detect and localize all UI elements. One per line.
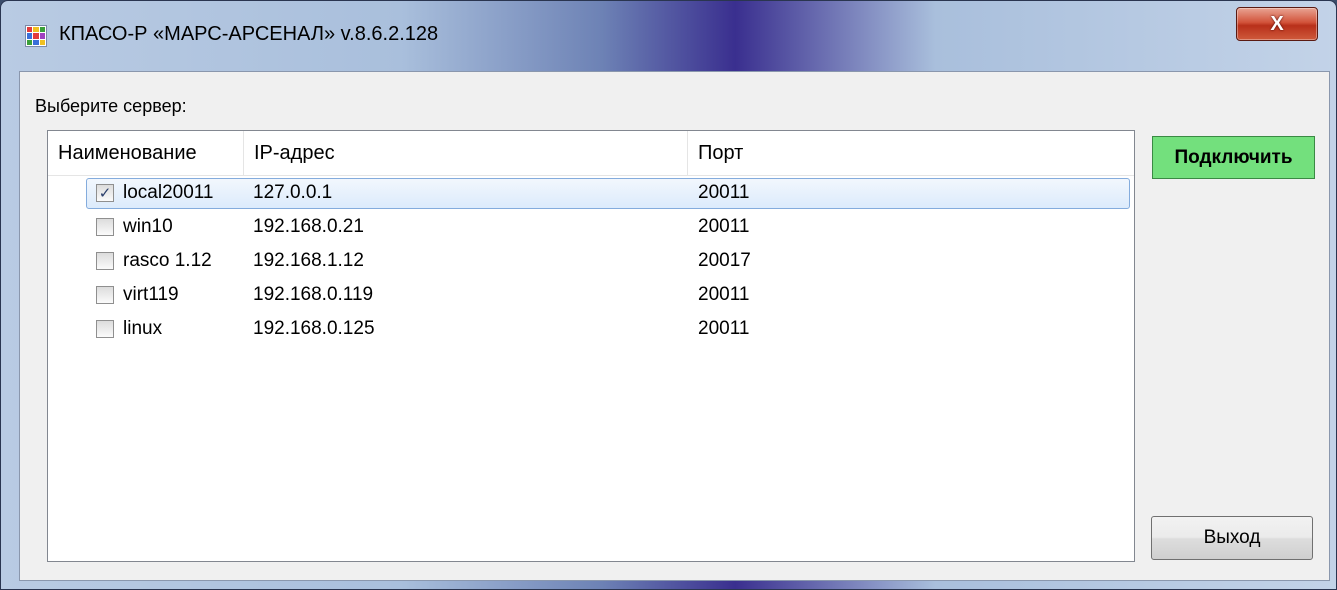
dialog-body: Выберите сервер: Наименование IP-адрес П… — [19, 71, 1330, 581]
server-ip-cell: 192.168.0.125 — [253, 318, 375, 339]
table-row[interactable]: win10 192.168.0.21 20011 — [48, 211, 1134, 244]
connect-button[interactable]: Подключить — [1152, 136, 1315, 179]
exit-button[interactable]: Выход — [1151, 516, 1313, 560]
server-name-cell: win10 — [123, 216, 173, 237]
row-checkbox[interactable] — [96, 218, 114, 236]
server-name-cell: rasco 1.12 — [123, 250, 212, 271]
server-ip-cell: 192.168.1.12 — [253, 250, 364, 271]
window-title: КПАСО-Р «МАРС-АРСЕНАЛ» v.8.6.2.128 — [59, 23, 439, 45]
server-ip-cell: 192.168.0.21 — [253, 216, 364, 237]
list-header: Наименование IP-адрес Порт — [48, 131, 1134, 176]
app-icon — [25, 25, 47, 47]
table-row[interactable]: virt119 192.168.0.119 20011 — [48, 279, 1134, 312]
server-name-cell: local20011 — [123, 182, 214, 203]
server-ip-cell: 127.0.0.1 — [253, 182, 333, 203]
column-header-port[interactable]: Порт — [688, 131, 1134, 175]
row-checkbox-checked[interactable]: ✓ — [96, 184, 114, 202]
close-icon: X — [1270, 12, 1284, 35]
server-name-cell: virt119 — [123, 284, 179, 305]
server-ip-cell: 192.168.0.119 — [253, 284, 374, 305]
server-port-cell: 20017 — [698, 250, 751, 271]
table-row[interactable]: rasco 1.12 192.168.1.12 20017 — [48, 245, 1134, 278]
row-selection-highlight — [86, 178, 1130, 209]
server-prompt-label: Выберите сервер: — [35, 96, 187, 116]
server-port-cell: 20011 — [698, 318, 750, 339]
row-checkbox[interactable] — [96, 320, 114, 338]
table-row[interactable]: linux 192.168.0.125 20011 — [48, 313, 1134, 346]
server-port-cell: 20011 — [698, 216, 750, 237]
server-port-cell: 20011 — [698, 284, 750, 305]
title-bar[interactable]: КПАСО-Р «МАРС-АРСЕНАЛ» v.8.6.2.128 X — [1, 1, 1336, 61]
column-header-ip[interactable]: IP-адрес — [244, 131, 688, 175]
table-row[interactable]: ✓ local20011 127.0.0.1 20011 — [48, 177, 1134, 210]
app-window: КПАСО-Р «МАРС-АРСЕНАЛ» v.8.6.2.128 X Выб… — [0, 0, 1337, 590]
row-checkbox[interactable] — [96, 252, 114, 270]
close-button[interactable]: X — [1236, 7, 1318, 41]
server-name-cell: linux — [123, 318, 163, 339]
column-header-name[interactable]: Наименование — [48, 131, 244, 175]
row-checkbox[interactable] — [96, 286, 114, 304]
server-port-cell: 20011 — [698, 182, 750, 203]
server-list[interactable]: Наименование IP-адрес Порт ✓ local20011 12… — [47, 130, 1135, 562]
